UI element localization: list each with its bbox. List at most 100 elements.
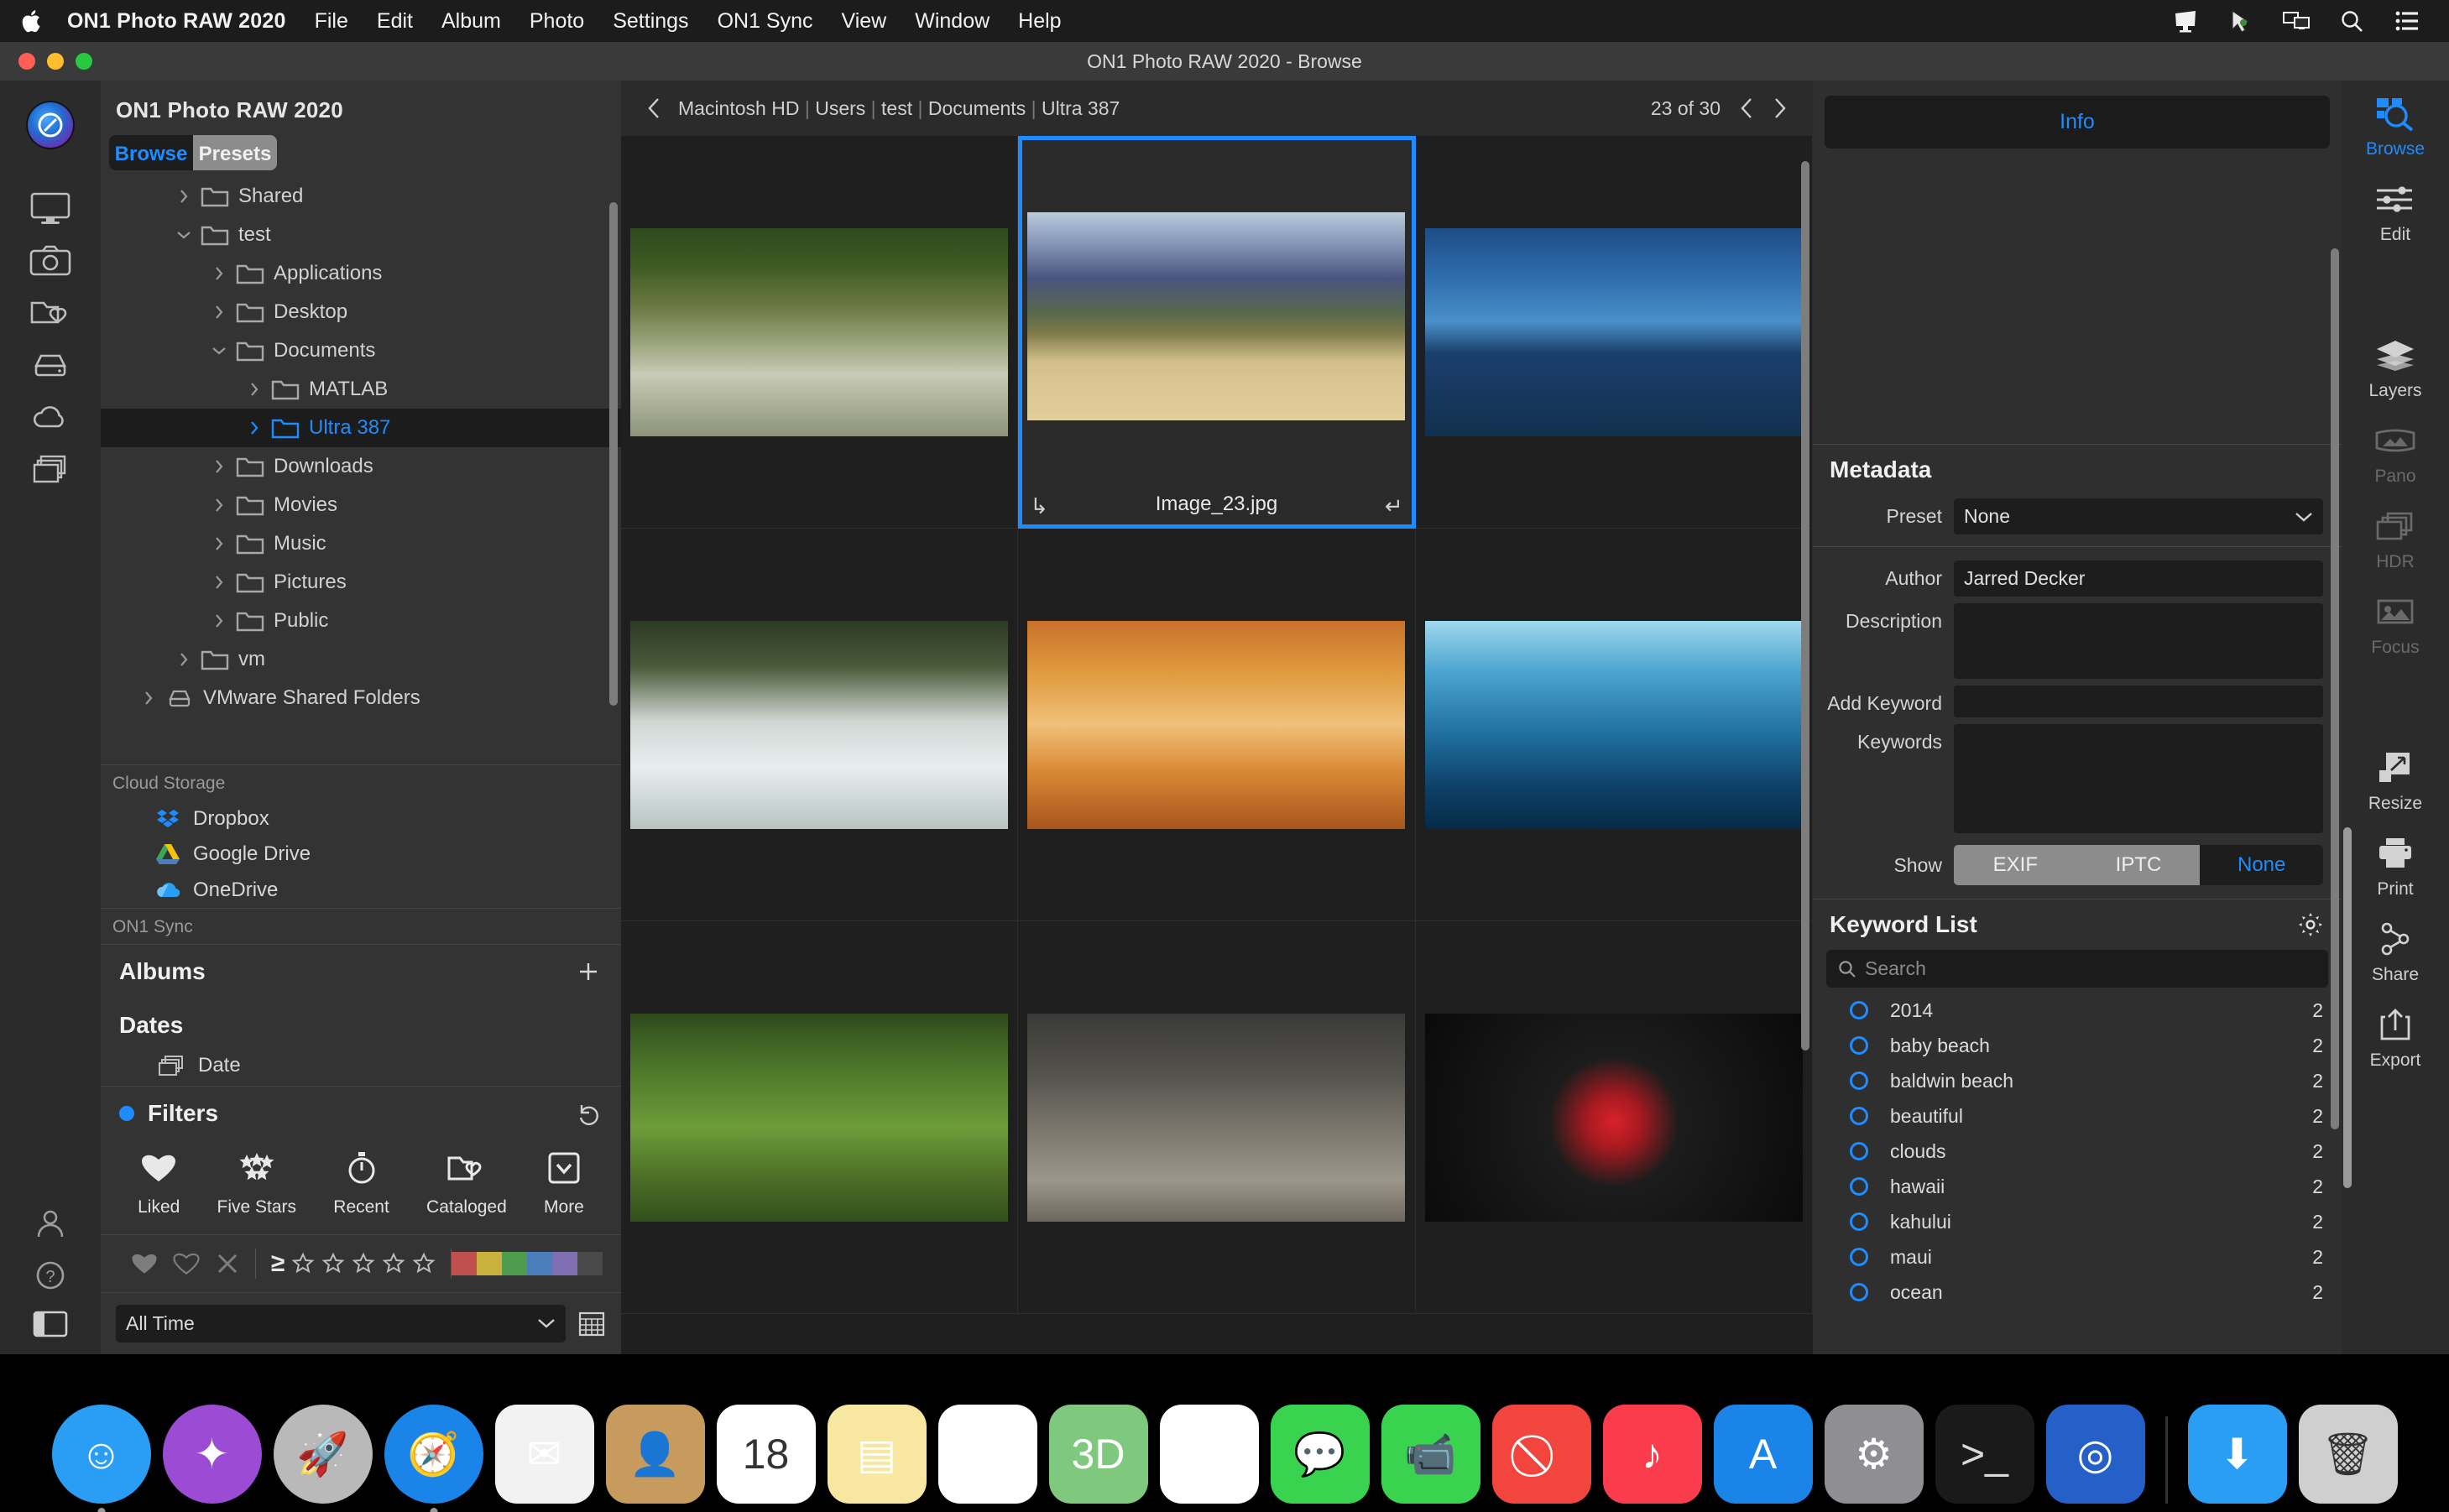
breadcrumb-segment[interactable]: Macintosh HD (678, 97, 799, 119)
thumbnail-cell[interactable]: Image_23.jpg↳↵ (1018, 136, 1415, 529)
color-label-swatch[interactable] (552, 1252, 577, 1275)
info-button[interactable]: Info (1825, 96, 2330, 149)
dock-item-finder[interactable]: ☺ (52, 1405, 151, 1504)
tree-item-documents[interactable]: Documents (101, 331, 621, 370)
keyword-toggle-icon[interactable] (1850, 1142, 1868, 1160)
module-browse[interactable]: Browse (2366, 92, 2425, 159)
module-pano[interactable]: Pano (2374, 420, 2416, 487)
dock-item-facetime[interactable]: 📹 (1381, 1405, 1480, 1504)
filter-recent[interactable]: Recent (333, 1147, 389, 1217)
dock-item-safari[interactable]: 🧭 (384, 1405, 483, 1504)
keyword-list-item[interactable]: 20142 (1813, 993, 2342, 1028)
filter-cataloged[interactable]: Cataloged (426, 1147, 507, 1217)
close-button[interactable] (18, 53, 35, 70)
chevron-right-icon[interactable] (242, 420, 267, 435)
chevron-right-icon[interactable] (206, 575, 232, 590)
dock-item-on1-photo-raw-2020[interactable]: ◎ (2046, 1405, 2145, 1504)
keyword-toggle-icon[interactable] (1850, 1283, 1868, 1301)
thumbnail-cell[interactable] (621, 921, 1018, 1314)
metadata-preset-select[interactable]: None (1954, 498, 2323, 534)
cloud-icon[interactable] (0, 393, 101, 441)
tree-item-vmware-shared-folders[interactable]: VMware Shared Folders (101, 679, 621, 717)
cloud-item-onedrive[interactable]: OneDrive (101, 872, 621, 907)
next-photo-button[interactable] (1773, 96, 1788, 120)
tree-item-public[interactable]: Public (101, 602, 621, 640)
keyword-toggle-icon[interactable] (1850, 1248, 1868, 1266)
tree-item-movies[interactable]: Movies (101, 486, 621, 524)
star-outline-icon[interactable] (352, 1252, 375, 1275)
dock-item-siri[interactable]: ✦ (163, 1405, 262, 1504)
chevron-right-icon[interactable] (242, 382, 267, 397)
rotate-right-icon[interactable]: ↵ (1385, 493, 1403, 519)
chevron-right-icon[interactable] (206, 266, 232, 281)
x-icon[interactable] (215, 1251, 240, 1276)
show-exif-button[interactable]: EXIF (1954, 845, 2077, 885)
module-rail-scrollbar[interactable] (2343, 827, 2352, 1188)
breadcrumb-segment[interactable]: Ultra 387 (1042, 97, 1120, 119)
chevron-right-icon[interactable] (206, 613, 232, 628)
color-label-swatch[interactable] (477, 1252, 502, 1275)
show-iptc-button[interactable]: IPTC (2077, 845, 2201, 885)
person-icon[interactable] (32, 1205, 69, 1242)
date-range-select[interactable]: All Time (116, 1305, 566, 1343)
tree-item-desktop[interactable]: Desktop (101, 293, 621, 331)
chevron-right-icon[interactable] (206, 536, 232, 551)
right-panel-scrollbar[interactable] (2331, 248, 2339, 1129)
apple-logo-icon[interactable] (20, 8, 42, 34)
keyword-list-item[interactable]: baby beach2 (1813, 1028, 2342, 1063)
chevron-right-icon[interactable] (171, 189, 196, 204)
metadata-description-input[interactable] (1954, 603, 2323, 679)
help-icon[interactable]: ? (32, 1257, 69, 1294)
dock-item-system-preferences[interactable]: ⚙ (1825, 1405, 1924, 1504)
tree-item-music[interactable]: Music (101, 524, 621, 563)
module-focus[interactable]: Focus (2371, 591, 2419, 658)
dock-item-terminal[interactable]: >_ (1935, 1405, 2034, 1504)
star-outline-icon[interactable] (291, 1252, 315, 1275)
dock-item-downloads[interactable]: ⬇ (2188, 1405, 2287, 1504)
monitor-icon[interactable] (0, 185, 101, 233)
chevron-right-icon[interactable] (171, 652, 196, 667)
calendar-icon[interactable] (577, 1309, 606, 1337)
thumbnail-cell[interactable] (1416, 529, 1813, 921)
rotate-left-icon[interactable]: ↳ (1030, 493, 1048, 519)
keyword-search-input[interactable]: Search (1826, 950, 2328, 988)
cloud-item-google-drive[interactable]: Google Drive (101, 837, 621, 872)
thumbnail-cell[interactable] (1018, 529, 1415, 921)
module-resize[interactable]: Resize (2368, 747, 2422, 814)
keyword-toggle-icon[interactable] (1850, 1107, 1868, 1125)
dock-item-photos[interactable]: ❀ (1160, 1405, 1259, 1504)
dock-item-mail[interactable]: ✉ (495, 1405, 594, 1504)
breadcrumb-segment[interactable]: Users (815, 97, 865, 119)
metadata-add-keyword-input[interactable] (1954, 686, 2323, 717)
panel-toggle-icon[interactable] (32, 1309, 69, 1339)
screen-mirror-icon[interactable] (2283, 8, 2310, 34)
star-outline-icon[interactable] (412, 1252, 436, 1275)
menu-settings[interactable]: Settings (613, 9, 688, 34)
stack-icon[interactable] (0, 445, 101, 493)
chevron-right-icon[interactable] (206, 498, 232, 513)
color-label-swatch[interactable] (577, 1252, 603, 1275)
dock-item-music[interactable]: ♪ (1603, 1405, 1702, 1504)
chevron-right-icon[interactable] (206, 305, 232, 320)
star-outline-icon[interactable] (382, 1252, 405, 1275)
dock-item-calendar[interactable]: 18 (717, 1405, 816, 1504)
breadcrumb-segment[interactable]: Documents (928, 97, 1026, 119)
show-none-button[interactable]: None (2200, 845, 2323, 885)
menu-help[interactable]: Help (1018, 9, 1061, 34)
dock-item-contacts[interactable]: 👤 (606, 1405, 705, 1504)
tree-item-test[interactable]: test (101, 216, 621, 254)
dock-item-launchpad[interactable]: 🚀 (274, 1405, 373, 1504)
tree-item-ultra-387[interactable]: Ultra 387 (101, 409, 621, 447)
module-hdr[interactable]: HDR (2374, 505, 2416, 572)
keyword-toggle-icon[interactable] (1850, 1001, 1868, 1019)
prev-photo-button[interactable] (1739, 96, 1754, 120)
module-export[interactable]: Export (2370, 1004, 2421, 1071)
keyword-list-item[interactable]: maui2 (1813, 1239, 2342, 1275)
heart-filled-icon[interactable] (131, 1251, 158, 1276)
search-icon[interactable] (2338, 8, 2365, 34)
folder-heart-icon[interactable] (0, 289, 101, 337)
thumbnail-cell[interactable] (1416, 136, 1813, 529)
tree-item-vm[interactable]: vm (101, 640, 621, 679)
minimize-button[interactable] (47, 53, 64, 70)
menu-album[interactable]: Album (441, 9, 501, 34)
